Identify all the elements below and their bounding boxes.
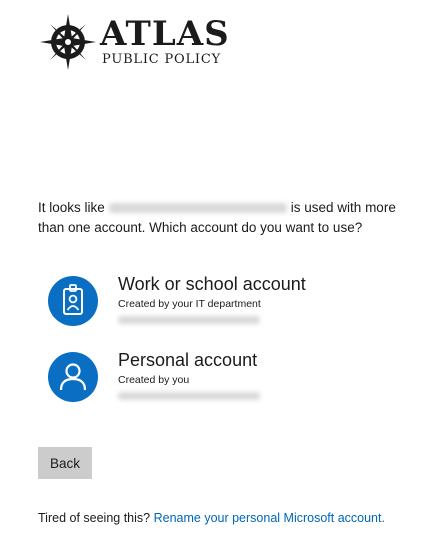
logo-title: ATLAS [100, 14, 230, 54]
work-account-redacted-email [118, 316, 260, 324]
work-account-option[interactable]: Work or school account Created by your I… [48, 272, 388, 332]
redacted-email [108, 203, 287, 214]
personal-account-option[interactable]: Personal account Created by you [48, 348, 388, 408]
personal-account-subtitle: Created by you [118, 374, 190, 386]
personal-account-redacted-email [118, 392, 260, 400]
personal-account-title: Personal account [118, 350, 258, 370]
question-prefix: It looks like [38, 200, 105, 215]
rename-account-link[interactable]: Rename your personal Microsoft account. [154, 511, 385, 525]
atlas-logo: ATLAS PUBLIC POLICY [38, 12, 238, 72]
personal-account-avatar [48, 352, 98, 402]
person-icon [59, 363, 87, 391]
id-badge-icon [63, 284, 83, 315]
compass-star-icon [40, 14, 96, 70]
work-account-avatar [48, 276, 98, 326]
back-button[interactable]: Back [38, 447, 92, 479]
footer: Tired of seeing this? Rename your person… [38, 511, 433, 525]
work-account-subtitle: Created by your IT department [118, 298, 261, 310]
footer-text: Tired of seeing this? [38, 511, 151, 525]
logo-subtitle: PUBLIC POLICY [102, 52, 221, 67]
work-account-title: Work or school account [118, 274, 306, 294]
account-question: It looks like is used with more than one … [38, 198, 423, 238]
